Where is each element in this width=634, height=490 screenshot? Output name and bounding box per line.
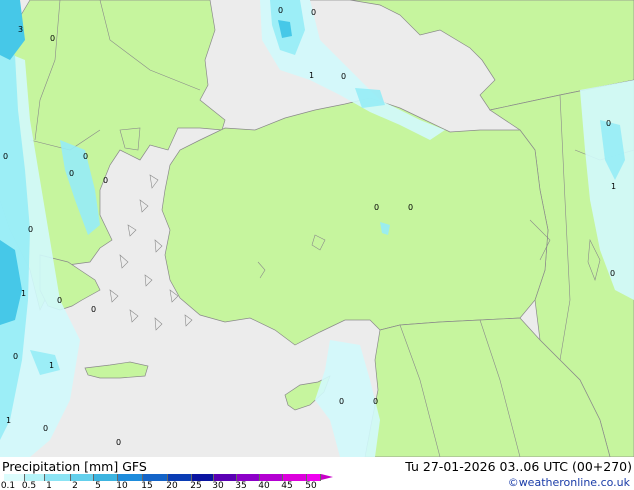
legend-swatch <box>118 474 143 481</box>
legend-arrow <box>321 474 333 480</box>
contour-label: 0 <box>13 352 19 361</box>
legend-tick-label: 25 <box>190 481 202 490</box>
contour-label: 1 <box>49 361 55 370</box>
contour-label: 0 <box>28 225 34 234</box>
contour-label: 0 <box>373 397 379 406</box>
contour-label: 1 <box>6 416 12 425</box>
legend-tick-label: 0.5 <box>21 481 37 490</box>
contour-label: 0 <box>610 269 616 278</box>
valid-time: Tu 27-01-2026 03..06 UTC (00+270) <box>405 459 632 474</box>
legend-tick-label: 20 <box>166 481 178 490</box>
contour-label: 0 <box>116 438 122 447</box>
legend-swatch <box>283 474 307 481</box>
contour-label: 0 <box>3 152 9 161</box>
legend-tick-label: 10 <box>116 481 128 490</box>
legend-swatch <box>237 474 260 481</box>
legend-tick-label: 45 <box>281 481 293 490</box>
legend-swatch <box>94 474 118 481</box>
legend-swatch <box>71 474 94 481</box>
contour-label: 0 <box>339 397 345 406</box>
contour-label: 0 <box>278 6 284 15</box>
footer-bar: Precipitation [mm] GFS Tu 27-01-2026 03..… <box>0 457 634 490</box>
legend-tick-label: 0.1 <box>0 481 16 490</box>
map-area[interactable]: 3 0 0 0 0 1 0 0 0 0 0 0 0 1 0 0 1 0 0 1 … <box>0 0 634 457</box>
legend-colorbar <box>4 474 333 481</box>
map-canvas[interactable] <box>0 0 634 457</box>
legend-tick-label: 50 <box>305 481 317 490</box>
legend-tick-label: 2 <box>72 481 78 490</box>
contour-label: 0 <box>83 152 89 161</box>
contour-label: 0 <box>408 203 414 212</box>
contour-label: 0 <box>103 176 109 185</box>
contour-label: 0 <box>69 169 75 178</box>
contour-label: 0 <box>57 296 63 305</box>
legend-swatch <box>45 474 71 481</box>
legend-swatch <box>260 474 283 481</box>
credit-link[interactable]: ©weatheronline.co.uk <box>508 476 630 489</box>
map-title: Precipitation [mm] GFS <box>2 459 151 474</box>
legend-tick-label: 5 <box>95 481 101 490</box>
legend-tick-label: 40 <box>258 481 270 490</box>
legend-swatch <box>214 474 237 481</box>
contour-label: 0 <box>341 72 347 81</box>
contour-label: 0 <box>374 203 380 212</box>
legend-tick-label: 15 <box>141 481 153 490</box>
contour-label: 1 <box>611 182 617 191</box>
title-model: GFS <box>122 459 147 474</box>
contour-label: 1 <box>21 289 27 298</box>
contour-label: 0 <box>606 119 612 128</box>
legend-swatch <box>168 474 192 481</box>
contour-label: 0 <box>311 8 317 17</box>
legend-tick-label: 1 <box>46 481 52 490</box>
legend-swatch <box>25 474 45 481</box>
contour-label: 0 <box>43 424 49 433</box>
title-precipitation: Precipitation [mm] <box>2 459 119 474</box>
legend-swatch <box>307 474 321 481</box>
legend-ticks: 0.1 0.5 1 2 5 10 15 20 25 30 35 40 45 50 <box>0 481 340 490</box>
anatolia-land <box>161 97 549 346</box>
contour-label: 0 <box>50 34 56 43</box>
legend-tick-label: 30 <box>212 481 224 490</box>
legend-swatch <box>4 474 25 481</box>
legend-swatch <box>143 474 168 481</box>
legend-swatch <box>192 474 214 481</box>
contour-label: 3 <box>18 25 24 34</box>
legend-tick-label: 35 <box>235 481 247 490</box>
contour-label: 0 <box>91 305 97 314</box>
contour-label: 1 <box>309 71 315 80</box>
